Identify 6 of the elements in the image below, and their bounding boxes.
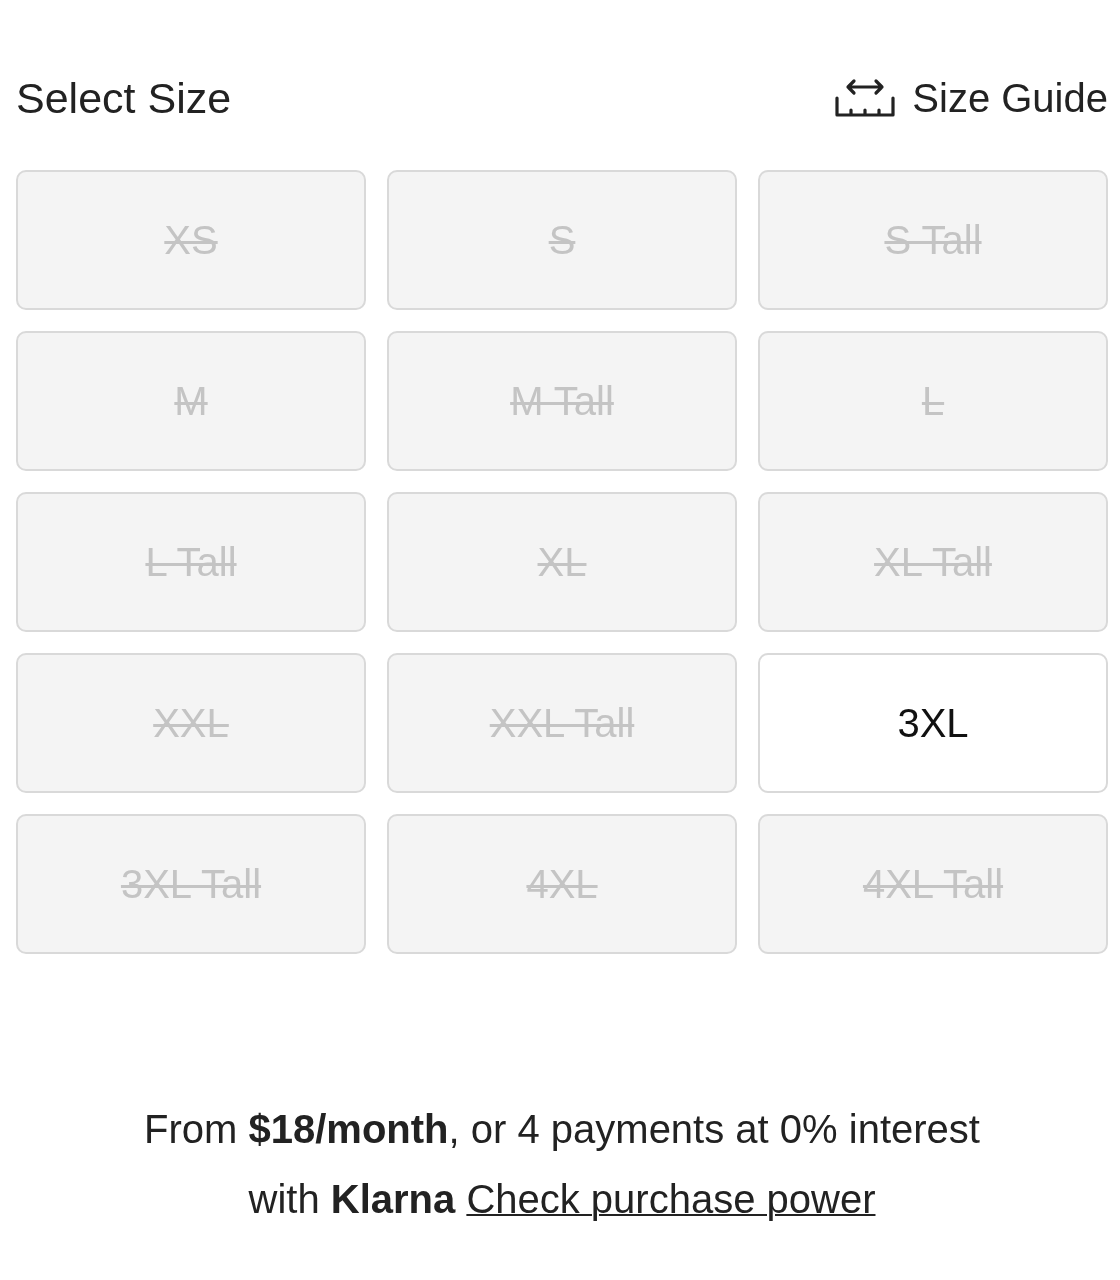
size-option[interactable]: 3XL [758,653,1108,793]
size-guide-link[interactable]: Size Guide [834,75,1108,121]
section-title: Select Size [16,73,232,123]
financing-text: From $18/month, or 4 payments at 0% interest with Klarna Check purchase power [143,1106,981,1223]
ruler-icon [834,78,897,118]
check-purchase-power-link[interactable]: Check purchase power [466,1177,876,1221]
